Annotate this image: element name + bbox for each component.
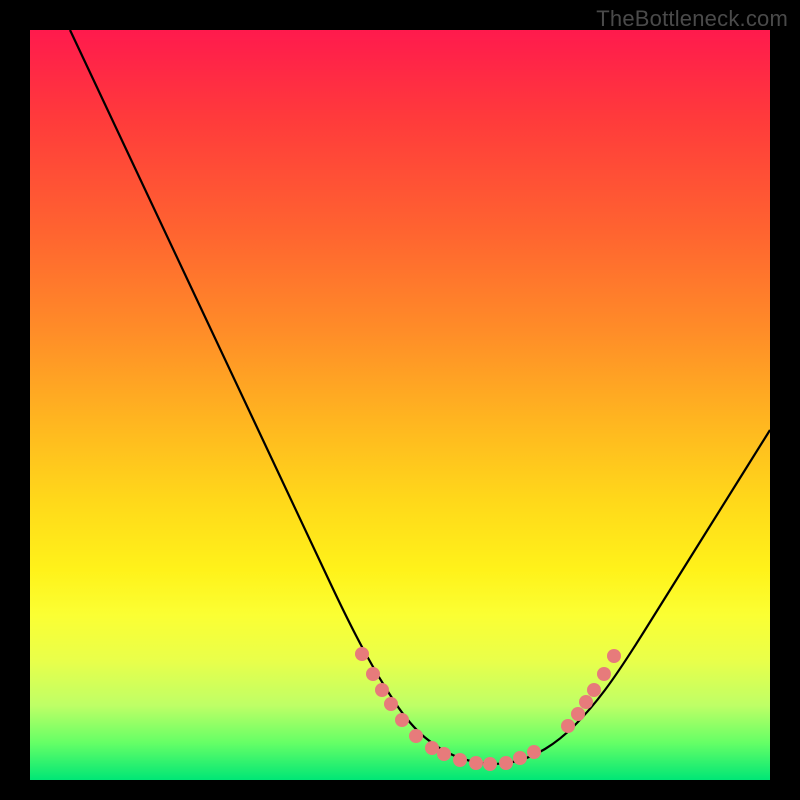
data-marker xyxy=(607,649,621,663)
data-marker xyxy=(437,747,451,761)
data-marker xyxy=(469,756,483,770)
marker-group xyxy=(355,647,621,771)
bottleneck-curve xyxy=(70,30,770,764)
data-marker xyxy=(395,713,409,727)
data-marker xyxy=(483,757,497,771)
data-marker xyxy=(561,719,575,733)
data-marker xyxy=(579,695,593,709)
data-marker xyxy=(384,697,398,711)
data-marker xyxy=(597,667,611,681)
plot-area xyxy=(30,30,770,780)
data-marker xyxy=(409,729,423,743)
data-marker xyxy=(527,745,541,759)
data-marker xyxy=(375,683,389,697)
data-marker xyxy=(355,647,369,661)
data-marker xyxy=(499,756,513,770)
data-marker xyxy=(453,753,467,767)
data-marker xyxy=(366,667,380,681)
chart-svg xyxy=(30,30,770,780)
data-marker xyxy=(513,751,527,765)
data-marker xyxy=(571,707,585,721)
watermark-text: TheBottleneck.com xyxy=(596,6,788,32)
data-marker xyxy=(587,683,601,697)
data-marker xyxy=(425,741,439,755)
